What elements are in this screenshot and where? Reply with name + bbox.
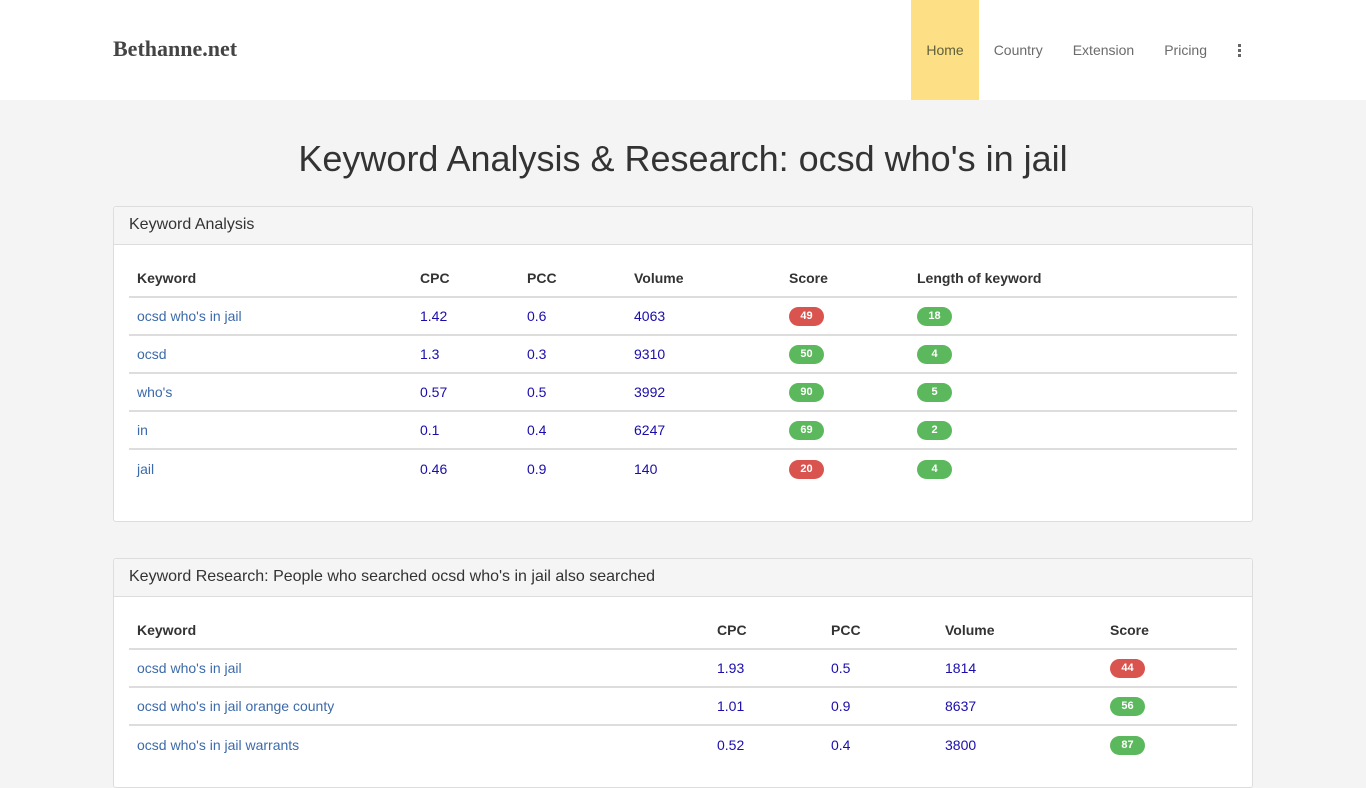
keyword-link[interactable]: jail — [137, 461, 154, 477]
column-header: Keyword — [129, 612, 709, 650]
more-menu-button[interactable] — [1222, 0, 1253, 100]
pcc-value: 0.4 — [519, 411, 626, 450]
length-badge: 18 — [917, 307, 952, 326]
volume-value: 4063 — [626, 297, 781, 336]
volume-value: 3992 — [626, 373, 781, 412]
pcc-value: 0.5 — [519, 373, 626, 412]
table-row: ocsd who's in jail 1.93 0.5 1814 44 — [129, 649, 1237, 688]
pcc-value: 0.6 — [519, 297, 626, 336]
keyword-link[interactable]: ocsd who's in jail warrants — [137, 737, 299, 753]
column-header: PCC — [519, 260, 626, 298]
cpc-value: 0.46 — [420, 460, 448, 477]
cpc-value: 1.3 — [412, 335, 519, 374]
volume-value: 9310 — [626, 335, 781, 374]
column-header: Score — [1102, 612, 1237, 650]
length-badge: 4 — [917, 459, 952, 479]
column-header: Volume — [626, 260, 781, 298]
cpc-value: 1.42 — [412, 297, 519, 336]
brand-logo[interactable]: Bethanne.net — [113, 36, 237, 62]
score-badge: 56 — [1110, 697, 1145, 716]
column-header: CPC — [709, 612, 823, 650]
cpc-value: 0.52 — [717, 736, 745, 753]
table-row: ocsd who's in jail orange county 1.01 0.… — [129, 687, 1237, 726]
keyword-analysis-table: Keyword CPC PCC Volume Score Length of k… — [129, 260, 1237, 487]
pcc-value: 0.4 — [831, 736, 851, 753]
score-badge: 20 — [789, 459, 824, 479]
column-header: PCC — [823, 612, 937, 650]
score-badge: 69 — [789, 421, 824, 440]
panel-heading: Keyword Analysis — [114, 207, 1252, 245]
volume-value: 8637 — [937, 687, 1102, 726]
score-badge: 44 — [1110, 659, 1145, 678]
table-row: jail 0.46 0.9 140 20 4 — [129, 449, 1237, 487]
cpc-value: 0.57 — [412, 373, 519, 412]
keyword-link[interactable]: ocsd — [137, 346, 167, 362]
column-header: Volume — [937, 612, 1102, 650]
panel-heading: Keyword Research: People who searched oc… — [114, 559, 1252, 597]
length-badge: 2 — [917, 421, 952, 440]
keyword-research-table: Keyword CPC PCC Volume Score ocsd who's … — [129, 612, 1237, 763]
column-header: Score — [781, 260, 909, 298]
table-row: in 0.1 0.4 6247 69 2 — [129, 411, 1237, 450]
table-row: ocsd who's in jail warrants 0.52 0.4 380… — [129, 725, 1237, 763]
keyword-link[interactable]: ocsd who's in jail — [137, 308, 242, 324]
pcc-value: 0.9 — [527, 460, 547, 477]
score-badge: 49 — [789, 307, 824, 326]
volume-value: 1814 — [937, 649, 1102, 688]
length-badge: 4 — [917, 345, 952, 364]
column-header: CPC — [412, 260, 519, 298]
navbar: Bethanne.net Home Country Extension Pric… — [0, 0, 1366, 100]
nav-pricing[interactable]: Pricing — [1149, 0, 1222, 100]
cpc-value: 0.1 — [412, 411, 519, 450]
table-row: ocsd 1.3 0.3 9310 50 4 — [129, 335, 1237, 374]
nav-extension[interactable]: Extension — [1058, 0, 1149, 100]
keyword-research-panel: Keyword Research: People who searched oc… — [113, 558, 1253, 788]
column-header: Length of keyword — [909, 260, 1237, 298]
volume-value: 3800 — [945, 736, 977, 753]
nav-country[interactable]: Country — [979, 0, 1058, 100]
keyword-analysis-panel: Keyword Analysis Keyword CPC PCC Volume … — [113, 206, 1253, 522]
keyword-link[interactable]: in — [137, 422, 148, 438]
volume-value: 6247 — [626, 411, 781, 450]
nav-home[interactable]: Home — [911, 0, 979, 100]
page-title: Keyword Analysis & Research: ocsd who's … — [298, 138, 1068, 179]
pcc-value: 0.5 — [823, 649, 937, 688]
length-badge: 5 — [917, 383, 952, 402]
score-badge: 87 — [1110, 735, 1145, 755]
keyword-link[interactable]: ocsd who's in jail orange county — [137, 698, 334, 714]
cpc-value: 1.01 — [709, 687, 823, 726]
column-header: Keyword — [129, 260, 412, 298]
table-row: who's 0.57 0.5 3992 90 5 — [129, 373, 1237, 412]
keyword-link[interactable]: ocsd who's in jail — [137, 660, 242, 676]
volume-value: 140 — [634, 460, 658, 477]
pcc-value: 0.3 — [519, 335, 626, 374]
vertical-ellipsis-icon — [1238, 43, 1241, 57]
nav-menu: Home Country Extension Pricing — [911, 0, 1253, 100]
keyword-link[interactable]: who's — [137, 384, 172, 400]
cpc-value: 1.93 — [709, 649, 823, 688]
score-badge: 50 — [789, 345, 824, 364]
score-badge: 90 — [789, 383, 824, 402]
pcc-value: 0.9 — [823, 687, 937, 726]
table-row: ocsd who's in jail 1.42 0.6 4063 49 18 — [129, 297, 1237, 336]
